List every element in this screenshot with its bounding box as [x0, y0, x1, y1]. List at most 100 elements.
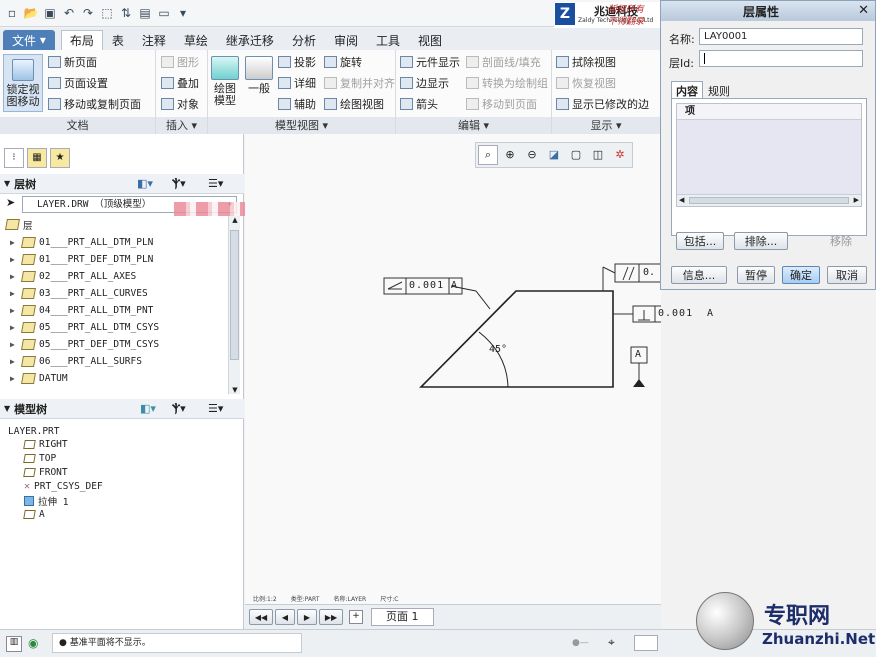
navigator-toggle-icon[interactable]: ▥ [6, 636, 22, 652]
object-button[interactable]: 对象 [161, 96, 199, 112]
page-setup-button[interactable]: 页面设置 [48, 75, 108, 91]
cancel-button[interactable]: 取消 [827, 266, 867, 284]
tab-legacy-migration[interactable]: 继承迁移 [217, 30, 283, 50]
rotate-button[interactable]: 旋转 [324, 54, 362, 70]
next-page-icon[interactable]: ▶ [297, 609, 317, 625]
horizontal-scrollbar[interactable]: ◀ ▶ [677, 194, 861, 206]
exclude-button[interactable]: 排除... [734, 232, 788, 250]
model-tree-tab-icon[interactable]: ⁝ [4, 148, 24, 168]
erase-view-button[interactable]: 拭除视图 [556, 54, 616, 70]
remove-button[interactable]: 移除 [830, 233, 852, 249]
select-box-icon[interactable]: ⬚ [99, 5, 115, 21]
browser-toggle-icon[interactable]: ◉ [28, 636, 44, 652]
customize-dropdown-icon[interactable]: ▾ [175, 5, 191, 21]
expand-triangle-icon[interactable]: ▶ [10, 272, 18, 281]
list-item[interactable]: ▶ 03___PRT_ALL_CURVES [10, 285, 148, 302]
close-icon[interactable]: ✕ [858, 3, 869, 18]
collapse-triangle-icon[interactable]: ▼ [4, 404, 10, 413]
find-icon[interactable]: ⌖ [608, 635, 626, 651]
scroll-up-icon[interactable]: ▲ [229, 216, 241, 224]
tab-table[interactable]: 表 [103, 30, 133, 50]
list-item[interactable]: ▶ 01___PRT_DEF_DTM_PLN [10, 251, 153, 268]
filter-icon[interactable]: ●— [572, 638, 596, 648]
graph-button[interactable]: 图形 [161, 54, 199, 70]
expand-triangle-icon[interactable]: ▶ [10, 340, 18, 349]
detail-button[interactable]: 详细 [278, 75, 316, 91]
tab-tools[interactable]: 工具 [367, 30, 409, 50]
list-item[interactable]: ▶ 05___PRT_DEF_DTM_CSYS [10, 336, 159, 353]
layer-show-icon[interactable]: ◧▾ [137, 177, 153, 190]
pause-button[interactable]: 暂停 [737, 266, 775, 284]
expand-triangle-icon[interactable]: ▶ [10, 306, 18, 315]
folder-browser-tab-icon[interactable]: ▦ [27, 148, 47, 168]
redo-icon[interactable]: ↷ [80, 5, 96, 21]
tab-annotate[interactable]: 注释 [133, 30, 175, 50]
undo-icon[interactable]: ↶ [61, 5, 77, 21]
save-icon[interactable]: ▣ [42, 5, 58, 21]
arrow-button[interactable]: 箭头 [400, 96, 438, 112]
scroll-right-icon[interactable]: ▶ [854, 196, 859, 204]
general-view-button[interactable]: 一般 [244, 56, 274, 95]
windows-icon[interactable]: ▤ [137, 5, 153, 21]
selection-filter[interactable] [634, 635, 658, 651]
expand-triangle-icon[interactable]: ▶ [10, 357, 18, 366]
close-window-icon[interactable]: ▭ [156, 5, 172, 21]
list-item[interactable]: ▶ DATUM [10, 370, 68, 387]
tab-sketch[interactable]: 草绘 [175, 30, 217, 50]
favorites-tab-icon[interactable]: ★ [50, 148, 70, 168]
new-page-tab-icon[interactable]: + [349, 610, 363, 624]
new-file-icon[interactable]: ▫ [4, 5, 20, 21]
drawing-view-button[interactable]: 绘图视图 [324, 96, 384, 112]
element-display-button[interactable]: 元件显示 [400, 54, 460, 70]
group-label-model-view[interactable]: 模型视图 ▾ [208, 117, 395, 134]
expand-triangle-icon[interactable]: ▶ [10, 238, 18, 247]
section-hatch-button[interactable]: 剖面线/填充 [466, 54, 541, 70]
group-label-insert[interactable]: 插入 ▾ [156, 117, 207, 134]
info-button[interactable]: 信息... [671, 266, 727, 284]
collapse-triangle-icon[interactable]: ▼ [4, 179, 10, 188]
drawing-canvas[interactable]: ⌕ ⊕ ⊖ ◪ ▢ ◫ ✲ 0.001 A 0. 0.001 A 45° A 比… [245, 134, 713, 604]
auxiliary-button[interactable]: 辅助 [278, 96, 316, 112]
tab-file[interactable]: 文件 ▾ [3, 30, 55, 50]
expand-triangle-icon[interactable]: ▶ [10, 323, 18, 332]
move-copy-page-button[interactable]: 移动或复制页面 [48, 96, 141, 112]
expand-triangle-icon[interactable]: ▶ [10, 289, 18, 298]
list-item[interactable]: ▶ 01___PRT_ALL_DTM_PLN [10, 234, 153, 251]
first-page-icon[interactable]: ◀◀ [249, 609, 273, 625]
move-to-page-button[interactable]: 移动到页面 [466, 96, 537, 112]
tab-layout[interactable]: 布局 [60, 30, 103, 50]
layer-settings-icon[interactable]: Ⲯ▾ [172, 177, 186, 191]
regenerate-icon[interactable]: ⇅ [118, 5, 134, 21]
show-modified-edges-button[interactable]: 显示已修改的边 [556, 96, 649, 112]
layer-tree-view-icon[interactable]: ☰▾ [208, 177, 223, 190]
model-settings-icon[interactable]: Ⲯ▾ [172, 402, 186, 416]
lock-view-movement-button[interactable]: 锁定视 图移动 [3, 54, 43, 112]
list-item[interactable]: ▶ 06___PRT_ALL_SURFS [10, 353, 142, 370]
copy-align-button[interactable]: 复制并对齐 [324, 75, 395, 91]
layer-scrollbar[interactable]: ▲ ▼ [228, 216, 240, 394]
model-show-icon[interactable]: ◧▾ [140, 402, 156, 415]
new-page-button[interactable]: 新页面 [48, 54, 97, 70]
expand-triangle-icon[interactable]: ▶ [10, 374, 18, 383]
select-pointer-icon[interactable]: ➤ [6, 196, 20, 212]
convert-group-button[interactable]: 转换为绘制组 [466, 75, 548, 91]
model-tree-view-icon[interactable]: ☰▾ [208, 402, 223, 415]
group-label-display[interactable]: 显示 ▾ [552, 117, 660, 134]
ok-button[interactable]: 确定 [782, 266, 820, 284]
open-folder-icon[interactable]: 📂 [23, 5, 39, 21]
tab-analysis[interactable]: 分析 [283, 30, 325, 50]
edge-display-button[interactable]: 边显示 [400, 75, 449, 91]
layer-id-field[interactable] [699, 50, 863, 67]
group-label-edit[interactable]: 编辑 ▾ [396, 117, 551, 134]
drawing-model-button[interactable]: 绘图 模型 [210, 56, 240, 107]
tab-review[interactable]: 审阅 [325, 30, 367, 50]
layer-root[interactable]: 层 [5, 216, 33, 233]
list-item[interactable]: ▶ 04___PRT_ALL_DTM_PNT [10, 302, 153, 319]
list-item[interactable]: A [23, 506, 45, 523]
prev-page-icon[interactable]: ◀ [275, 609, 295, 625]
tab-view[interactable]: 视图 [409, 30, 451, 50]
list-item[interactable]: ▶ 02___PRT_ALL_AXES [10, 268, 136, 285]
restore-view-button[interactable]: 恢复视图 [556, 75, 616, 91]
overlay-button[interactable]: 叠加 [161, 75, 199, 91]
scroll-down-icon[interactable]: ▼ [229, 386, 241, 394]
